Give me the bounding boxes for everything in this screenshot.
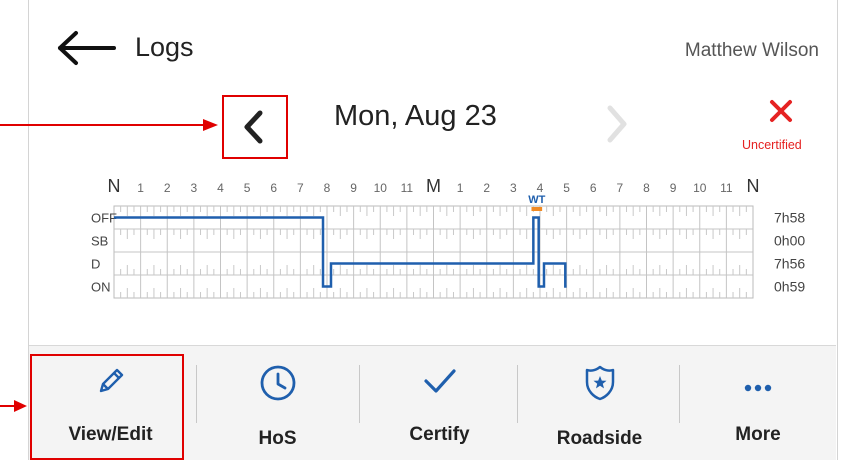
certify-label: Certify [409,424,470,445]
hour-label: 8 [643,181,650,195]
hour-label: 11 [401,181,414,195]
checkmark-icon [423,369,456,393]
hour-label: M [426,176,441,196]
hour-label: 2 [483,181,490,195]
roadside-label: Roadside [556,428,643,449]
row-total: 0h00 [774,233,805,249]
event-marker-bar [531,207,543,211]
more-dots-icon [744,384,772,392]
row-label: D [91,257,100,272]
hos-log-graph: N 1 2 3 4 5 6 7 8 9 10 11 M 1 2 3 4 5 6 7 8 9 10 11 N OFF SB D ON 7… [91,176,805,299]
hour-labels: N 1 2 3 4 5 6 7 8 9 10 11 M 1 2 3 4 5 6 7 8 9 10 11 N [108,176,760,196]
badge-icon [585,365,614,401]
hos-label: HoS [258,428,297,449]
row-label: SB [91,234,108,249]
row-total: 0h59 [774,279,805,295]
row-total: 7h56 [774,256,805,272]
hour-label: 1 [137,181,144,195]
view-edit-button[interactable]: View/Edit [29,346,192,460]
hour-label: N [747,176,760,196]
graph-grid [113,205,754,299]
hour-label: 5 [244,181,251,195]
hour-label: 9 [670,181,677,195]
row-label: ON [91,280,111,295]
more-label: More [735,424,781,445]
hour-label: 1 [457,181,464,195]
certify-button[interactable]: Certify [360,346,519,460]
view-edit-label: View/Edit [68,424,153,445]
hour-label: 8 [324,181,331,195]
hour-label: 3 [191,181,198,195]
row-labels: OFF SB D ON [91,211,117,295]
hour-label: 6 [590,181,597,195]
hour-label: 7 [297,181,304,195]
hour-label: 11 [720,181,733,195]
hour-label: 4 [537,181,544,195]
bottom-toolbar: View/Edit HoS Certify Roadside More [29,346,836,460]
hour-label: 6 [270,181,277,195]
row-totals: 7h58 0h00 7h56 0h59 [774,210,805,295]
hour-label: 3 [510,181,517,195]
pencil-icon [99,368,123,393]
hour-label: 5 [563,181,570,195]
clock-icon [260,365,295,401]
hour-label: 7 [617,181,624,195]
hos-button[interactable]: HoS [197,346,358,460]
event-label: WT [528,194,545,206]
row-label: OFF [91,211,117,226]
hour-label: 4 [217,181,224,195]
roadside-button[interactable]: Roadside [518,346,681,460]
hour-label: 10 [374,181,388,195]
hour-label: 10 [693,181,707,195]
hour-label: 9 [350,181,357,195]
more-button[interactable]: More [680,346,836,460]
row-total: 7h58 [774,210,805,226]
hour-label: 2 [164,181,171,195]
hour-label: N [108,176,121,196]
event-marker: WT [528,194,546,211]
